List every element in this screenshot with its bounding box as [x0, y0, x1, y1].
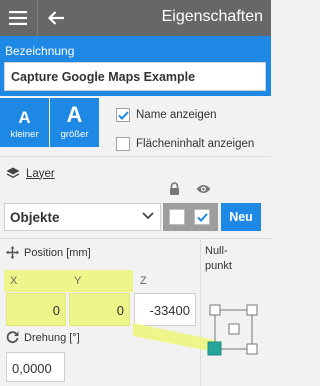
show-name-option[interactable]: Name anzeigen [116, 108, 217, 122]
x-axis-label: X [10, 275, 18, 287]
origin-anchor-top-left[interactable] [209, 304, 221, 316]
layer-label: Layer [26, 167, 55, 180]
rotate-icon [6, 331, 19, 344]
show-area-label: Flächeninhalt anzeigen [136, 138, 255, 150]
origin-label: Null- punkt [205, 244, 232, 274]
new-layer-button[interactable]: Neu [221, 203, 261, 231]
x-position-input[interactable]: 0 [6, 293, 66, 326]
layer-select[interactable]: Objekte [4, 203, 161, 231]
page-title: Eigenschaften [161, 8, 263, 25]
chevron-down-icon [142, 212, 154, 220]
z-axis-label: Z [140, 275, 147, 287]
show-name-label: Name anzeigen [136, 109, 217, 121]
layer-select-value: Objekte [10, 209, 60, 225]
name-section: Bezeichnung Capture Google Maps Example [0, 36, 271, 96]
top-bar: Eigenschaften [0, 0, 271, 36]
y-position-input[interactable]: 0 [69, 293, 130, 326]
layer-link[interactable]: Layer [6, 167, 55, 180]
name-input[interactable]: Capture Google Maps Example [4, 62, 266, 91]
layers-icon [6, 167, 20, 178]
y-axis-label: Y [74, 275, 82, 287]
back-button[interactable] [37, 0, 73, 36]
rotation-input[interactable]: 0,0000 [6, 352, 65, 382]
rotation-header: Drehung [°] [6, 331, 80, 344]
font-larger-label: größer [60, 129, 89, 140]
xy-highlight [4, 270, 133, 292]
show-area-checkbox[interactable] [116, 137, 130, 151]
layer-state-panel [163, 203, 218, 231]
eye-icon [196, 185, 211, 193]
show-area-option[interactable]: Flächeninhalt anzeigen [116, 137, 254, 151]
position-label: Position [mm] [24, 246, 91, 259]
divider [0, 238, 271, 239]
origin-highlight-connector [133, 323, 215, 352]
font-larger-button[interactable]: A größer [50, 98, 99, 147]
z-position-input[interactable]: -33400 [134, 293, 196, 326]
arrow-left-icon [47, 11, 64, 25]
divider [0, 156, 271, 157]
name-label: Bezeichnung [5, 44, 75, 58]
checkmark-icon [117, 110, 129, 120]
origin-label-line1: Null- [205, 245, 228, 257]
origin-label-line2: punkt [205, 260, 232, 272]
origin-anchor-bottom-left[interactable] [207, 341, 222, 356]
font-smaller-glyph: A [18, 108, 31, 127]
checkmark-icon [196, 212, 208, 222]
lock-icon [170, 182, 179, 195]
hamburger-menu-icon [9, 11, 27, 25]
font-larger-glyph: A [66, 102, 83, 127]
origin-anchor-top-right[interactable] [246, 304, 258, 316]
origin-anchor-bottom-right[interactable] [246, 343, 258, 355]
layer-visible-checkbox[interactable] [194, 209, 210, 225]
move-arrows-icon [6, 246, 19, 259]
origin-anchor-center[interactable] [228, 323, 240, 335]
menu-button[interactable] [0, 0, 36, 36]
rotation-label: Drehung [°] [24, 331, 80, 344]
font-smaller-button[interactable]: A kleiner [0, 98, 49, 147]
position-header: Position [mm] [6, 246, 91, 259]
show-name-checkbox[interactable] [116, 108, 130, 122]
font-smaller-label: kleiner [10, 129, 39, 140]
divider [200, 239, 201, 386]
layer-lock-checkbox[interactable] [169, 209, 185, 225]
